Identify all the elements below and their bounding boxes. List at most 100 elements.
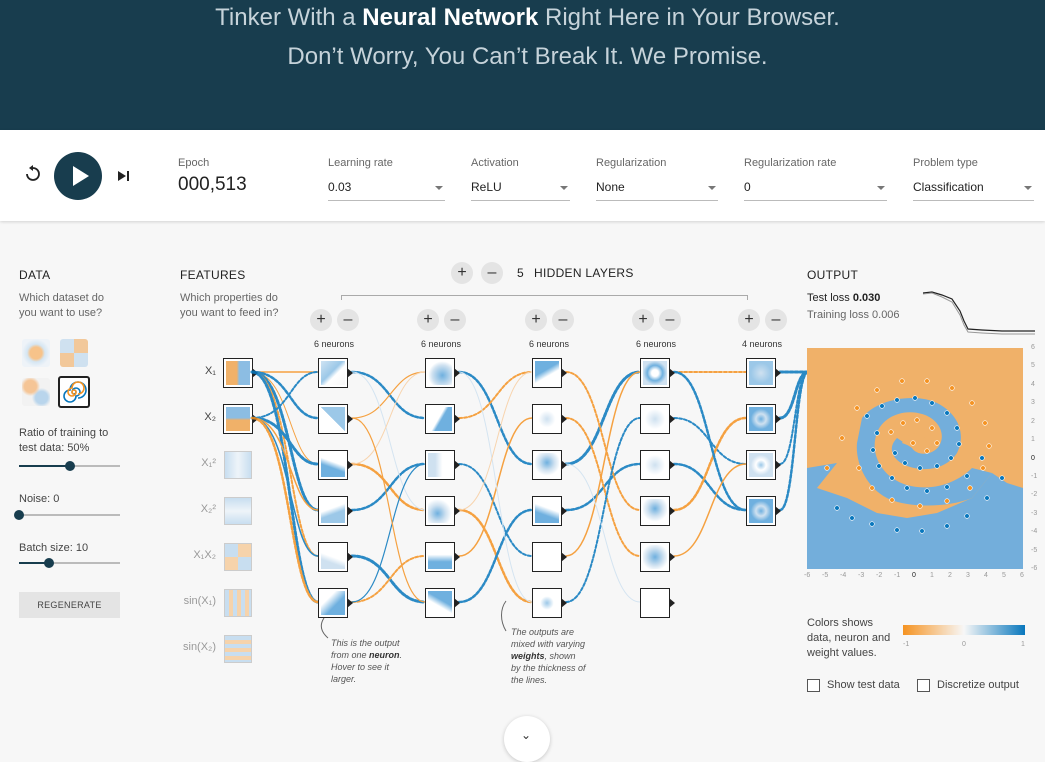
layer2-add-neuron-button[interactable]: + <box>417 309 439 331</box>
neuron[interactable] <box>640 404 675 434</box>
neuron[interactable] <box>532 450 567 480</box>
neuron-heatmap <box>535 591 559 615</box>
neuron[interactable] <box>318 496 353 526</box>
neuron[interactable] <box>532 358 567 388</box>
neuron[interactable] <box>640 542 675 572</box>
x-tick: 6 <box>1020 572 1024 579</box>
note-neuron-line4: larger. <box>331 674 357 684</box>
neuron-heatmap <box>428 591 452 615</box>
neuron[interactable] <box>746 450 781 480</box>
training-loss-line <box>922 292 1035 335</box>
neuron[interactable] <box>746 496 781 526</box>
layer1-neuron-count: 6 neurons <box>313 339 355 349</box>
neuron-heatmap <box>535 453 559 477</box>
neuron-heatmap <box>749 453 773 477</box>
note-neuron-line3: Hover to see it <box>331 662 390 672</box>
discretize-output-checkbox[interactable] <box>917 679 930 692</box>
y-tick: 3 <box>1031 399 1035 407</box>
show-test-data-label: Show test data <box>827 679 900 691</box>
note-neuron-line2-pre: from one <box>331 650 370 660</box>
y-tick: 2 <box>1031 417 1035 425</box>
neuron-heatmap <box>749 499 773 523</box>
neuron-heatmap <box>749 407 773 431</box>
training-loss-value: 0.006 <box>872 309 900 321</box>
note-neuron-line2: from one neuron. <box>331 649 402 661</box>
neuron-heatmap <box>321 591 345 615</box>
test-loss-line <box>922 291 1035 332</box>
training-loss-label: Training loss <box>807 309 873 321</box>
activation-select[interactable]: ReLU <box>471 180 570 201</box>
epoch-label: Epoch <box>178 157 210 169</box>
neuron-heatmap <box>643 499 667 523</box>
scroll-down-button[interactable]: ⌄ <box>504 716 550 762</box>
regularization-label: Regularization <box>596 157 667 169</box>
layer1-remove-neuron-button[interactable]: – <box>337 309 359 331</box>
note-weights-line2: mixed with varying <box>511 639 586 649</box>
layer4-add-neuron-button[interactable]: + <box>632 309 654 331</box>
epoch-value: 000,513 <box>178 174 247 195</box>
layer5-remove-neuron-button[interactable]: – <box>765 309 787 331</box>
note-neuron: This is the output from one neuron. Hove… <box>331 637 402 685</box>
neuron[interactable] <box>532 404 567 434</box>
x-tick: 2 <box>948 572 952 579</box>
reg-rate-select[interactable]: 0 <box>744 180 887 201</box>
neuron[interactable] <box>318 404 353 434</box>
neuron[interactable] <box>425 542 460 572</box>
y-tick: -5 <box>1031 546 1038 554</box>
neuron[interactable] <box>425 358 460 388</box>
neuron-heatmap <box>428 453 452 477</box>
neuron[interactable] <box>532 542 567 572</box>
neuron[interactable] <box>318 358 353 388</box>
hero-title-line1: Tinker With a Neural Network Right Here … <box>0 4 1045 32</box>
layer3-add-neuron-button[interactable]: + <box>525 309 547 331</box>
neuron[interactable] <box>318 450 353 480</box>
x-tick: -6 <box>804 572 811 579</box>
color-scale <box>903 625 1025 635</box>
colors-legend-line1: Colors shows <box>807 617 874 629</box>
color-scale-min: -1 <box>903 641 910 648</box>
problem-type-select[interactable]: Classification <box>913 180 1034 201</box>
layer4-remove-neuron-button[interactable]: – <box>659 309 681 331</box>
neuron-heatmap <box>321 499 345 523</box>
note-neuron-line2-bold: neuron <box>369 650 400 660</box>
discretize-output-label: Discretize output <box>937 679 1019 691</box>
learning-rate-select[interactable]: 0.03 <box>328 180 445 201</box>
reset-icon[interactable] <box>24 165 42 188</box>
play-icon[interactable] <box>54 152 102 200</box>
top-controls: Epoch 000,513 Learning rate 0.03 Activat… <box>0 130 1045 221</box>
neuron-heatmap <box>643 453 667 477</box>
colors-legend-line3: weight values. <box>807 647 877 659</box>
test-loss-label: Test loss <box>807 292 853 304</box>
neuron[interactable] <box>640 358 675 388</box>
neuron[interactable] <box>532 496 567 526</box>
regularization-select[interactable]: None <box>596 180 718 201</box>
layer1-add-neuron-button[interactable]: + <box>310 309 332 331</box>
neuron[interactable] <box>532 588 567 618</box>
step-forward-icon[interactable] <box>117 167 131 188</box>
show-test-data-checkbox[interactable] <box>807 679 820 692</box>
layer4-neuron-count: 6 neurons <box>635 339 677 349</box>
layer5-add-neuron-button[interactable]: + <box>738 309 760 331</box>
neuron[interactable] <box>746 404 781 434</box>
neuron-heatmap <box>321 407 345 431</box>
neuron[interactable] <box>640 450 675 480</box>
neuron-heatmap <box>321 453 345 477</box>
chevron-down-icon <box>1024 186 1032 190</box>
layer2-remove-neuron-button[interactable]: – <box>444 309 466 331</box>
x-tick: -5 <box>822 572 829 579</box>
neuron-heatmap <box>321 545 345 569</box>
neuron[interactable] <box>640 588 675 618</box>
layer3-remove-neuron-button[interactable]: – <box>552 309 574 331</box>
neuron-heatmap <box>428 407 452 431</box>
x-tick: -2 <box>876 572 883 579</box>
neuron[interactable] <box>746 358 781 388</box>
neuron[interactable] <box>318 542 353 572</box>
neuron[interactable] <box>425 588 460 618</box>
neuron-heatmap <box>321 361 345 385</box>
regularization-value: None <box>596 180 625 194</box>
neuron[interactable] <box>425 404 460 434</box>
neuron[interactable] <box>318 588 353 618</box>
neuron[interactable] <box>640 496 675 526</box>
neuron[interactable] <box>425 450 460 480</box>
neuron[interactable] <box>425 496 460 526</box>
